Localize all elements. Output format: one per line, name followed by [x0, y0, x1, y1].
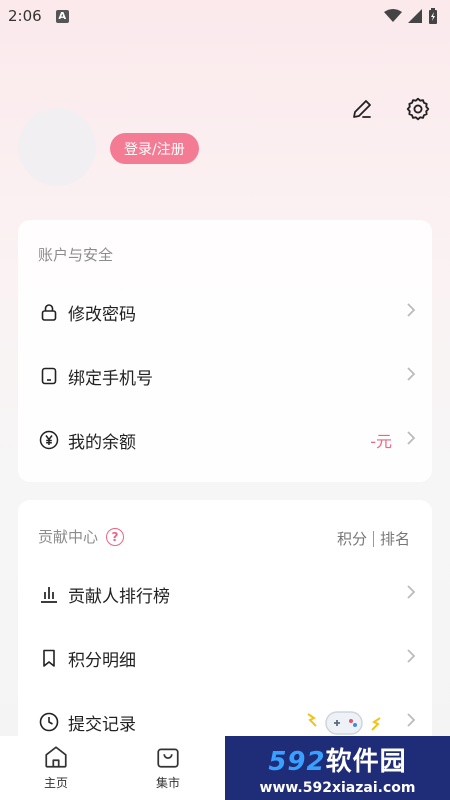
home-icon — [45, 746, 67, 768]
chevron-right-icon — [406, 302, 416, 322]
nav-home[interactable]: 主页 — [6, 744, 106, 791]
watermark-url: www.592xiazai.com — [259, 779, 416, 796]
divider — [372, 530, 374, 547]
tab-ranking[interactable]: 排名 — [380, 528, 410, 549]
contribution-title: 贡献中心 ? — [38, 526, 125, 547]
row-label: 积分明细 — [68, 650, 136, 671]
gear-icon — [406, 97, 430, 121]
nav-label: 主页 — [43, 776, 68, 790]
chevron-right-icon — [406, 366, 416, 386]
notification-icon: A — [55, 9, 69, 23]
watermark-logo: 592软件园 www.592xiazai.com — [225, 736, 450, 800]
section-title: 账户与安全 — [38, 246, 114, 264]
pencil-icon — [353, 100, 371, 118]
status-bar: 2:06 A — [0, 0, 450, 32]
watermark-name: 软件园 — [325, 746, 407, 777]
lock-icon — [38, 301, 60, 323]
change-password-row[interactable]: 修改密码 — [18, 284, 432, 340]
balance-row[interactable]: 我的余额 -元 — [18, 412, 432, 468]
status-indicators — [384, 8, 438, 24]
edit-button[interactable] — [348, 95, 376, 123]
nav-market[interactable]: 集市 — [118, 744, 218, 791]
points-detail-row[interactable]: 积分明细 — [18, 630, 432, 686]
chevron-right-icon — [406, 584, 416, 604]
watermark-number: 592 — [268, 746, 326, 777]
row-label: 绑定手机号 — [68, 368, 153, 389]
row-label: 我的余额 — [68, 432, 136, 453]
bind-phone-row[interactable]: 绑定手机号 — [18, 348, 432, 404]
chevron-right-icon — [406, 712, 416, 732]
status-time: 2:06 — [8, 7, 42, 25]
chevron-right-icon — [406, 430, 416, 450]
wifi-icon — [384, 9, 402, 22]
section-title: 贡献中心 — [38, 528, 99, 546]
row-label: 修改密码 — [68, 304, 136, 325]
signal-icon — [408, 9, 422, 23]
phone-icon — [38, 365, 60, 387]
avatar[interactable] — [18, 108, 96, 186]
shopping-bag-icon — [157, 748, 179, 768]
help-icon[interactable]: ? — [106, 527, 125, 546]
battery-icon — [429, 8, 437, 24]
login-register-button[interactable]: 登录/注册 — [110, 133, 199, 164]
tab-points[interactable]: 积分 — [337, 528, 367, 549]
watermark-brand: 592软件园 — [268, 741, 406, 778]
clock-icon — [38, 711, 60, 733]
nav-label: 集市 — [155, 776, 180, 790]
row-label: 提交记录 — [68, 714, 136, 735]
bar-chart-icon — [38, 583, 60, 605]
balance-value: -元 — [370, 432, 392, 451]
chevron-right-icon — [406, 648, 416, 668]
yen-icon — [38, 429, 60, 451]
bookmark-icon — [38, 647, 60, 669]
leaderboard-row[interactable]: 贡献人排行榜 — [18, 566, 432, 622]
row-label: 贡献人排行榜 — [68, 586, 170, 607]
header-actions — [348, 95, 432, 123]
settings-button[interactable] — [404, 95, 432, 123]
account-security-card: 账户与安全 修改密码 绑定手机号 我的余额 -元 — [18, 220, 432, 482]
contribution-tabs: 积分 排名 — [337, 528, 410, 549]
gamepad-icon — [307, 711, 381, 735]
